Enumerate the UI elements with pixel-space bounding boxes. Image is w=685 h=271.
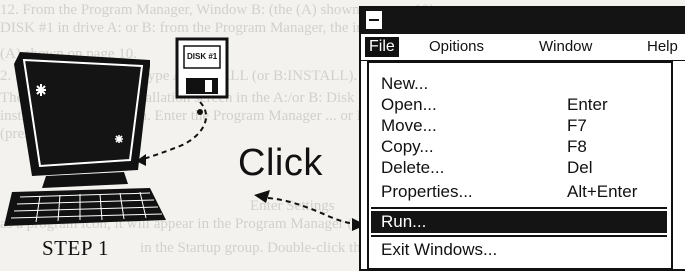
step-label: STEP 1 (42, 236, 109, 260)
floppy-disk-icon (175, 37, 229, 99)
menu-item-label: Copy... (381, 137, 434, 156)
file-menu-dropdown: New... Open... Enter Move... F7 Copy... … (367, 61, 673, 270)
menu-window[interactable]: Window (539, 37, 592, 57)
menu-item-properties[interactable]: Properties... Alt+Enter (371, 181, 667, 203)
menu-help[interactable]: Help (647, 37, 678, 57)
disk-to-computer-arrow (136, 101, 207, 166)
menu-item-run[interactable]: Run... (371, 211, 667, 233)
disk-label: DISK #1 (187, 52, 218, 61)
computer-monitor-icon (4, 52, 166, 226)
menu-bar: File Opitions Window Help (361, 34, 685, 61)
menu-item-label: Exit Windows... (381, 240, 498, 259)
click-label: Click (238, 142, 323, 184)
click-to-run-arrow (254, 190, 366, 231)
menu-item-label: Run... (381, 212, 427, 231)
menu-item-open[interactable]: Open... Enter (371, 94, 667, 116)
menu-item-shortcut: F7 (567, 116, 587, 135)
menu-item-label: Delete... (381, 158, 445, 177)
menu-item-shortcut: Del (567, 158, 593, 177)
menu-options[interactable]: Opitions (429, 37, 484, 57)
menu-separator (371, 235, 667, 237)
system-menu-icon[interactable] (366, 11, 382, 29)
menu-item-shortcut: F8 (567, 137, 587, 156)
title-bar (361, 8, 685, 34)
menu-item-move[interactable]: Move... F7 (371, 115, 667, 137)
program-manager-window: File Opitions Window Help New... Open...… (359, 6, 685, 271)
menu-file[interactable]: File (365, 37, 399, 57)
menu-item-shortcut: Alt+Enter (567, 182, 638, 201)
menu-item-label: Properties... (381, 182, 473, 201)
menu-item-new[interactable]: New... (371, 73, 667, 95)
menu-item-delete[interactable]: Delete... Del (371, 157, 667, 179)
menu-item-label: Open... (381, 95, 437, 114)
menu-item-shortcut: Enter (567, 95, 608, 114)
menu-separator (371, 207, 667, 209)
menu-item-exit-windows[interactable]: Exit Windows... (371, 239, 667, 261)
menu-item-copy[interactable]: Copy... F8 (371, 136, 667, 158)
menu-item-label: New... (381, 74, 429, 93)
menu-item-label: Move... (381, 116, 437, 135)
